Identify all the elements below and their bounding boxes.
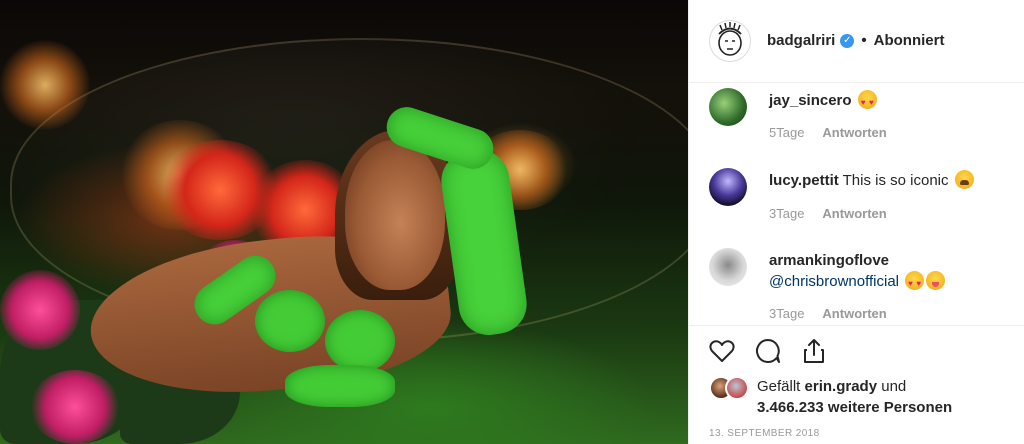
liker-username[interactable]: erin.grady	[805, 378, 878, 395]
comment-avatar[interactable]	[709, 88, 747, 126]
comment-body: lucy.pettit This is so iconic	[769, 170, 1009, 191]
heart-icon[interactable]	[707, 336, 737, 366]
author-username[interactable]: badgalriri	[767, 32, 835, 49]
likes-count-link[interactable]: 3.466.233 weitere Personen	[757, 397, 952, 419]
photo-pink-flower	[30, 370, 120, 444]
photo-green-top	[255, 290, 325, 352]
action-bar	[707, 336, 829, 366]
comment-meta: 5Tage Antworten	[769, 125, 887, 140]
heart-eyes-emoji-icon	[905, 271, 925, 294]
follow-status-button[interactable]: Abonniert	[874, 32, 945, 49]
comment-age[interactable]: 3Tage	[769, 206, 804, 221]
photo-green-top	[325, 310, 395, 372]
profile-avatar[interactable]	[709, 20, 751, 62]
post-sidebar: badgalriri ✓ • Abonniert jay_sincero 5Ta…	[688, 0, 1024, 444]
reply-button[interactable]: Antworten	[822, 125, 886, 140]
comment-meta: 3Tage Antworten	[769, 206, 887, 221]
comment-username[interactable]: lucy.pettit	[769, 172, 839, 189]
comment-meta: 3Tage Antworten	[769, 306, 887, 321]
comment-text: This is so iconic	[842, 172, 949, 189]
post-header: badgalriri ✓ • Abonniert	[689, 0, 1024, 83]
reply-button[interactable]: Antworten	[822, 206, 886, 221]
verified-badge-icon: ✓	[840, 33, 855, 48]
likes-line: Gefällt erin.grady und	[757, 376, 906, 398]
post-author: badgalriri ✓ • Abonniert	[767, 32, 944, 49]
comment-item: lucy.pettit This is so iconic 3Tage Antw…	[709, 168, 1009, 228]
comment-username[interactable]: armankingoflove	[769, 252, 889, 269]
reply-button[interactable]: Antworten	[822, 306, 886, 321]
comment-username[interactable]: jay_sincero	[769, 92, 852, 109]
photo-lamp-left	[0, 40, 90, 130]
comment-item: jay_sincero 5Tage Antworten	[709, 88, 1009, 148]
separator-dot: •	[861, 32, 867, 49]
comment-mention-link[interactable]: @chrisbrownofficial	[769, 273, 899, 290]
comment-item: armankingoflove @chrisbrownofficial 3Tag…	[709, 248, 1009, 326]
photo-green-bottom	[285, 365, 395, 407]
weary-face-emoji-icon	[954, 170, 974, 189]
comment-icon[interactable]	[753, 336, 783, 366]
share-icon[interactable]	[799, 336, 829, 366]
comment-body: jay_sincero	[769, 90, 1009, 113]
comment-avatar[interactable]	[709, 248, 747, 286]
likes-prefix: Gefällt	[757, 378, 801, 395]
actions-divider	[689, 325, 1024, 326]
post-date[interactable]: 13. SEPTEMBER 2018	[709, 428, 820, 439]
photo-figure-face	[345, 140, 445, 290]
comment-age[interactable]: 5Tage	[769, 125, 804, 140]
face-sketch-icon	[718, 22, 742, 56]
heart-eyes-emoji-icon	[857, 90, 877, 113]
likes-conjunction: und	[881, 378, 907, 395]
comment-age[interactable]: 3Tage	[769, 306, 804, 321]
liker-avatar[interactable]	[725, 376, 749, 400]
post-photo[interactable]	[0, 0, 688, 444]
yum-face-emoji-icon	[926, 271, 946, 290]
comment-body: armankingoflove @chrisbrownofficial	[769, 250, 1009, 294]
photo-pink-flower	[0, 270, 80, 350]
comment-avatar[interactable]	[709, 168, 747, 206]
